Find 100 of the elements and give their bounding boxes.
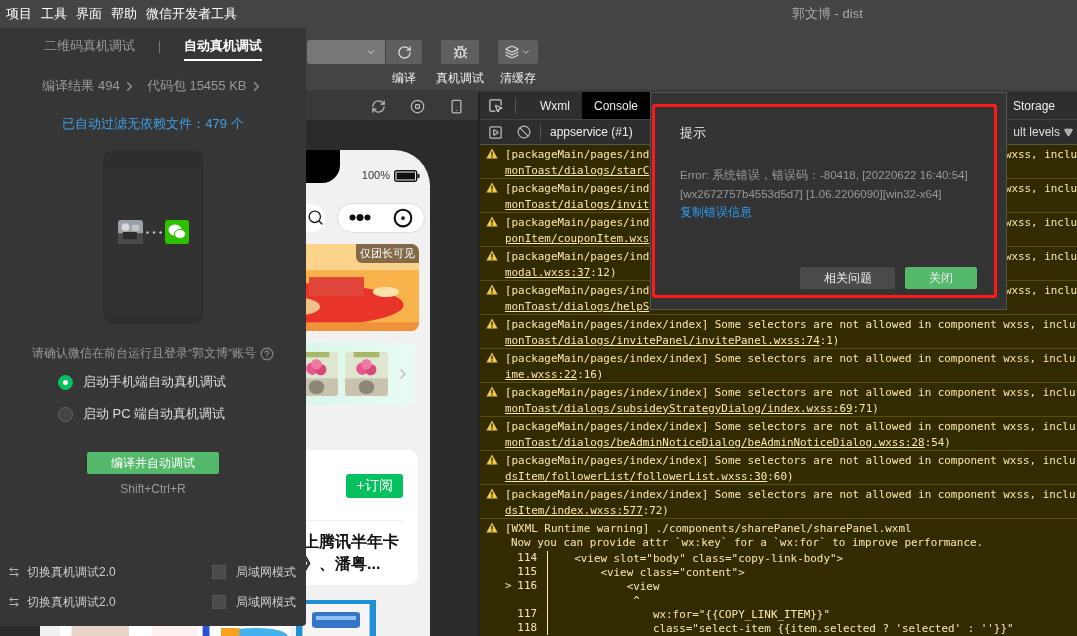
checkbox-label: 局域网模式: [236, 593, 296, 611]
line-number: 118: [517, 621, 537, 635]
log-text: [packageMain/pages/index/index] Some selectors are not allowed in component wxss, inclu: [505, 453, 1076, 467]
file-link[interactable]: monToast/dialogs/starC: [505, 163, 650, 177]
menu-item[interactable]: 微信开发者工具: [146, 5, 237, 23]
file-link[interactable]: monToast/dialogs/beAdminNoticeDialog/beAdminNoticeDialog.wxss:28: [505, 435, 925, 449]
file-link[interactable]: modal.wxss:37: [505, 265, 591, 279]
file-link[interactable]: ponItem/couponItem.wxs: [505, 231, 650, 245]
battery-text: 100%: [361, 169, 390, 181]
warning-icon: [486, 250, 498, 261]
warning-icon: [486, 284, 498, 295]
rotate-icon[interactable]: [371, 98, 386, 114]
menu-item[interactable]: 项目: [6, 5, 32, 23]
chat-app-icon: [164, 220, 189, 244]
checkbox[interactable]: [212, 595, 226, 609]
file-link[interactable]: monToast/dialogs/invit: [505, 197, 650, 211]
file-link[interactable]: monToast/dialogs/subsideyStrategyDialog/index.wxss:69: [505, 401, 853, 415]
log-text: :54): [924, 435, 951, 449]
code-line: <view: [625, 579, 660, 593]
log-text: [packageMain/pages/ind: [505, 147, 650, 161]
window-title: 郭文博 - dist: [792, 5, 863, 23]
related-issues-button[interactable]: 相关问题: [800, 267, 895, 289]
connecting-dots-icon: [145, 231, 162, 234]
battery-icon: [394, 170, 420, 182]
current-line-marker: >: [505, 579, 512, 593]
toolbar-label: 真机调试: [436, 70, 484, 87]
filter-note: 已自动过滤无依赖文件：479 个: [62, 115, 244, 133]
switch-label[interactable]: 切换真机调试2.0: [27, 563, 116, 581]
warning-icon: [486, 488, 498, 499]
toolbar-label: 清缓存: [500, 70, 536, 87]
refresh-icon: [396, 44, 412, 60]
menu-item[interactable]: 帮助: [111, 5, 137, 23]
sidebar-toggle-icon[interactable]: [488, 124, 503, 140]
log-text: [packageMain/pages/index/index] Some selectors are not allowed in component wxss, inclu: [505, 385, 1076, 399]
warning-icon: [486, 386, 498, 397]
log-text: :72): [642, 503, 669, 517]
warning-icon: [486, 454, 498, 465]
help-icon[interactable]: [259, 346, 274, 361]
file-link[interactable]: monToast/dialogs/invitePanel/invitePanel.wxss:74: [505, 333, 820, 347]
line-number: 115: [517, 565, 537, 579]
file-link[interactable]: monToast/dialogs/helpS: [505, 299, 650, 313]
warning-icon: [486, 182, 498, 193]
checkbox[interactable]: [212, 565, 226, 579]
file-link[interactable]: dsItem/index.wxss:577: [505, 503, 643, 517]
code-line: wx:for="{{COPY_LINK_ITEM}}": [651, 607, 830, 621]
devtools-tab[interactable]: Console: [582, 92, 651, 119]
menu-item[interactable]: 工具: [41, 5, 67, 23]
caret-icon: [521, 47, 531, 57]
copy-error-link[interactable]: 复制错误信息: [680, 204, 752, 221]
log-text: [packageMain/pages/ind: [505, 215, 650, 229]
stat-link[interactable]: 代码包 15455 KB: [146, 77, 264, 95]
panel-tab[interactable]: 自动真机调试: [184, 33, 262, 61]
confirm-note: 请确认微信在前台运行且登录“郭文博”账号: [32, 346, 256, 361]
radio-button[interactable]: [58, 374, 73, 390]
code-line: ^: [632, 593, 640, 607]
switch-label[interactable]: 切换真机调试2.0: [27, 593, 116, 611]
search-icon: [306, 209, 324, 226]
warning-icon: [486, 148, 498, 159]
phone-icon[interactable]: [449, 98, 464, 114]
swap-icon[interactable]: [8, 596, 20, 608]
stop-icon[interactable]: [410, 98, 425, 114]
search-button[interactable]: [305, 203, 325, 232]
capsule-menu[interactable]: [337, 202, 425, 233]
radio-button[interactable]: [58, 406, 73, 422]
code-line: <view class="content">: [599, 565, 745, 579]
remote-debug-button[interactable]: [441, 40, 479, 64]
clear-console-icon[interactable]: [517, 125, 531, 139]
devtools-tab[interactable]: Wxml: [528, 92, 582, 119]
log-text: [packageMain/pages/index/index] Some selectors are not allowed in component wxss, inclu: [505, 351, 1076, 365]
toolbar-label: 编译: [391, 70, 417, 87]
code-line: <view slot="body" class="copy-link-body">: [573, 551, 844, 565]
bug-icon: [452, 44, 468, 60]
swap-icon[interactable]: [8, 566, 20, 578]
clear-cache-button[interactable]: [498, 40, 538, 64]
log-text: :12): [590, 265, 617, 279]
context-selector[interactable]: appservice (#1): [550, 125, 633, 139]
log-text: [packageMain/pages/index/index] Some selectors are not allowed in component wxss, inclu: [505, 419, 1076, 433]
radio-option[interactable]: 启动手机端自动真机调试: [58, 373, 226, 391]
warning-icon: [486, 420, 498, 431]
file-link[interactable]: ime.wxss:22: [505, 367, 578, 381]
log-text: [packageMain/pages/index/index] Some selectors are not allowed in component wxss, inclu: [505, 317, 1076, 331]
log-text: :60): [767, 469, 794, 483]
caret-icon: [1064, 127, 1073, 137]
code-line: class="select-item {{item.selected ? 'selected' : ''}}": [651, 621, 1014, 635]
compile-button[interactable]: [386, 40, 422, 64]
log-text: :1): [819, 333, 840, 347]
log-text: :16): [577, 367, 604, 381]
inspect-icon[interactable]: [488, 98, 503, 113]
devtools-tab[interactable]: Storage: [1000, 92, 1067, 119]
layers-icon: [505, 45, 519, 59]
radio-option[interactable]: 启动 PC 端自动真机调试: [58, 405, 226, 423]
levels-dropdown[interactable]: ult levels: [1013, 125, 1077, 139]
shortcut-hint: Shift+Ctrl+R: [120, 482, 186, 496]
warning-icon: [486, 318, 498, 329]
menu-item[interactable]: 界面: [76, 5, 102, 23]
log-text: [packageMain/pages/ind: [505, 249, 650, 263]
warning-icon: [486, 352, 498, 363]
stat-link[interactable]: 编译结果 494: [42, 77, 137, 95]
file-link[interactable]: dsItem/followerList/followerList.wxss:30: [505, 469, 768, 483]
panel-tab[interactable]: 二维码真机调试: [44, 33, 135, 61]
